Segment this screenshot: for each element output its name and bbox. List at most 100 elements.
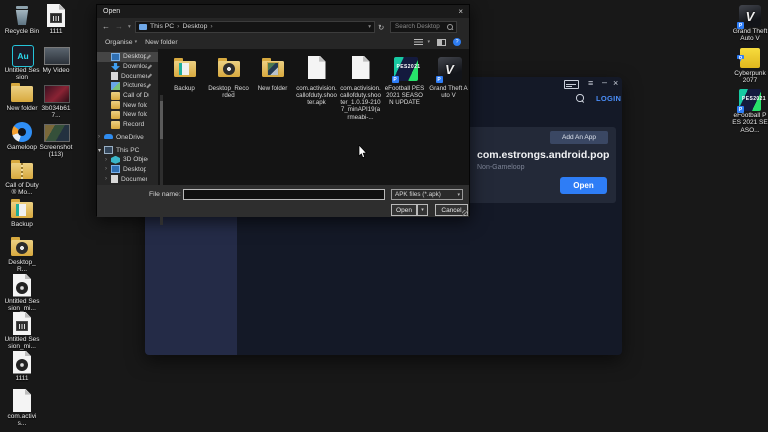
- desktop-icon-glyph: [9, 158, 35, 182]
- desktop-icon-glyph: [9, 120, 35, 144]
- minimize-icon[interactable]: –: [602, 77, 607, 87]
- desktop-icon[interactable]: eFootball PES 2021 SEASO...: [732, 88, 768, 130]
- file-item[interactable]: Grand Theft Auto V: [428, 56, 469, 99]
- file-item[interactable]: eFootball PES 2021 SEASON UPDATE: [384, 56, 425, 106]
- sidebar-item[interactable]: Downloads: [97, 62, 158, 72]
- sidebar-item-label: 3D Objects: [123, 156, 148, 163]
- sidebar-item-label: Documents: [121, 176, 147, 183]
- desktop-icon[interactable]: Gameloop: [4, 120, 40, 159]
- file-name-input[interactable]: [183, 189, 385, 200]
- sidebar-item[interactable]: 3D Objects: [97, 155, 158, 165]
- desktop-icon-label: 3b034b617...: [38, 105, 74, 120]
- desktop-icon-label: eFootball PES 2021 SEASO...: [732, 112, 768, 134]
- forward-icon[interactable]: →: [115, 22, 123, 31]
- history-caret-icon[interactable]: ▾: [128, 24, 131, 30]
- organise-button[interactable]: Organise: [105, 39, 133, 46]
- sidebar-item-icon: [111, 101, 120, 109]
- address-caret-icon[interactable]: ▾: [368, 24, 371, 30]
- help-icon[interactable]: ?: [453, 38, 461, 46]
- desktop-icon[interactable]: 3b034b617...: [38, 81, 74, 120]
- desktop-icon[interactable]: Grand Theft Auto V: [732, 4, 768, 46]
- breadcrumb-segment[interactable]: Desktop: [182, 23, 207, 30]
- sidebar-item-icon: [111, 165, 120, 173]
- sidebar-item[interactable]: Record: [97, 120, 158, 130]
- giftcard-icon[interactable]: [564, 80, 579, 89]
- desktop-icon[interactable]: 1111: [38, 4, 74, 43]
- file-item-label: eFootball PES 2021 SEASON UPDATE: [384, 85, 425, 106]
- file-item-icon: [392, 56, 418, 82]
- desktop-icon[interactable]: Untitled Session_mi...: [4, 312, 40, 351]
- view-mode-button[interactable]: ▾: [414, 39, 430, 46]
- file-name-label: File name:: [149, 191, 181, 198]
- sidebar-item[interactable]: Desktop: [97, 165, 158, 175]
- desktop-icon[interactable]: Call of Duty® Mo...: [4, 158, 40, 197]
- login-link[interactable]: LOGIN: [596, 94, 621, 103]
- menu-icon[interactable]: ≡: [588, 78, 593, 88]
- sidebar-item[interactable]: This PC: [97, 145, 158, 155]
- desktop-icon[interactable]: Cyberpunk 2077: [732, 46, 768, 88]
- refresh-icon[interactable]: ↻: [378, 23, 384, 32]
- sidebar-item[interactable]: New folder: [97, 110, 158, 120]
- close-icon[interactable]: ×: [613, 78, 618, 88]
- back-icon[interactable]: ←: [102, 22, 110, 31]
- desktop-icon[interactable]: Recycle Bin: [4, 4, 40, 43]
- desktop-icon[interactable]: New folder: [4, 81, 40, 120]
- dialog-footer: File name: APK files (*.apk) ▾ Open ▾ Ca…: [97, 185, 469, 217]
- file-type-dropdown[interactable]: APK files (*.apk) ▾: [391, 189, 463, 200]
- file-item[interactable]: Desktop_Recorded: [208, 56, 249, 99]
- desktop-icon-glyph: [737, 46, 763, 70]
- add-an-app-button[interactable]: Add An App: [550, 131, 608, 144]
- sidebar-item[interactable]: Documents: [97, 174, 158, 184]
- desktop-icon-glyph: [9, 4, 35, 28]
- desktop-icon-glyph: [9, 312, 35, 336]
- sidebar-item[interactable]: Documents: [97, 71, 158, 81]
- sidebar-item[interactable]: Call of Duty® M: [97, 91, 158, 101]
- desktop-icon[interactable]: Desktop_R...: [4, 235, 40, 274]
- desktop-icon-label: Cyberpunk 2077: [732, 70, 768, 85]
- tree-chevron-icon[interactable]: [105, 157, 111, 163]
- new-folder-button[interactable]: New folder: [145, 39, 178, 46]
- sidebar-scrollbar-thumb[interactable]: [160, 101, 163, 139]
- desktop-icon[interactable]: 1111: [4, 351, 40, 390]
- address-bar[interactable]: This PC Desktop ▾: [135, 21, 375, 33]
- desktop-icon[interactable]: Untitled Session: [4, 43, 40, 82]
- app-name: com.estrongs.android.pop: [477, 149, 609, 161]
- app-open-button[interactable]: Open: [560, 177, 607, 194]
- desktop-icon-glyph: [43, 43, 69, 67]
- sidebar-item[interactable]: Pictures: [97, 81, 158, 91]
- preview-pane-icon[interactable]: [437, 39, 446, 46]
- desktop-icon[interactable]: Backup: [4, 197, 40, 236]
- breadcrumb-segment[interactable]: This PC: [150, 23, 174, 30]
- close-icon[interactable]: ×: [458, 7, 463, 16]
- desktop-icon[interactable]: Screenshot (113): [38, 120, 74, 159]
- desktop-icon[interactable]: Untitled Session_mi...: [4, 274, 40, 313]
- breadcrumb-separator: [207, 23, 215, 30]
- dialog-titlebar[interactable]: Open ×: [97, 5, 469, 18]
- desktop-icon[interactable]: My Video: [38, 43, 74, 82]
- search-icon[interactable]: [576, 94, 585, 103]
- file-item[interactable]: New folder: [252, 56, 293, 92]
- icon-overlay: [267, 62, 279, 76]
- file-item[interactable]: com.activision.callofduty.shooter.apk: [296, 56, 337, 106]
- desktop-icon-label: Recycle Bin: [5, 28, 39, 35]
- file-type-caret-icon: ▾: [457, 192, 460, 198]
- icon-overlay: [16, 204, 26, 216]
- resize-grip[interactable]: [462, 210, 468, 216]
- sidebar-item-icon: [111, 111, 120, 119]
- sidebar-item[interactable]: New folder: [97, 100, 158, 110]
- sidebar-item[interactable]: OneDrive: [97, 133, 158, 143]
- desktop-icon[interactable]: com.activis...: [4, 389, 40, 428]
- file-item[interactable]: Backup: [164, 56, 205, 92]
- sidebar-item-icon: [111, 156, 120, 164]
- open-button[interactable]: Open: [391, 204, 417, 216]
- desktop-icon-column-right: Grand Theft Auto V Cyberpunk 2077 eFootb…: [732, 4, 768, 130]
- desktop-icon-label: New folder: [6, 105, 37, 112]
- desktop-icon-label: 1111: [15, 375, 28, 382]
- pin-icon: [146, 85, 152, 87]
- dialog-main: Desktop Downloads Documents: [97, 49, 469, 185]
- sidebar-item[interactable]: Desktop: [97, 52, 158, 62]
- open-split-caret-icon[interactable]: ▾: [417, 204, 428, 216]
- desktop-icon-label: Grand Theft Auto V: [732, 28, 768, 43]
- search-box[interactable]: Search Desktop: [390, 21, 457, 33]
- file-item[interactable]: com.activision.callofduty.shooter_1.0.19…: [340, 56, 381, 121]
